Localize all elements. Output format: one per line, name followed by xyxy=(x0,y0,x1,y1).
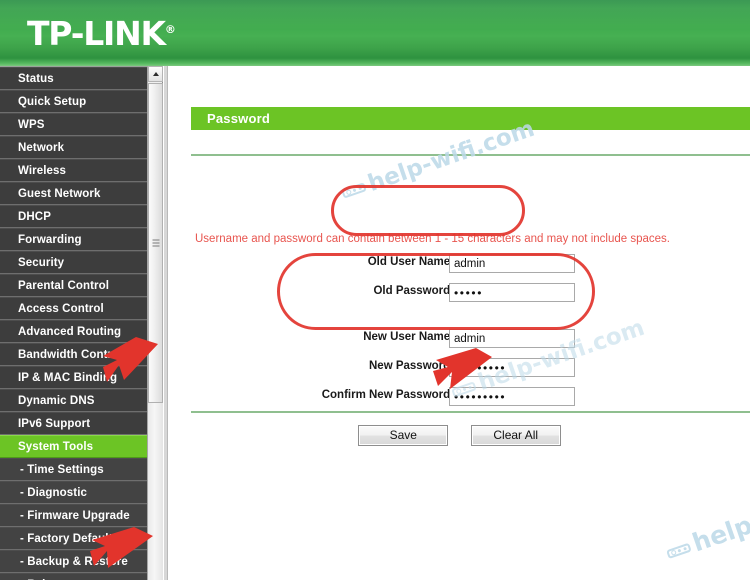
sidebar-item-factory-defaults[interactable]: - Factory Defaults xyxy=(0,527,147,550)
form-section-gap xyxy=(169,312,750,329)
tplink-logo-text: TP-LINK xyxy=(27,14,166,53)
sidebar-item-diagnostic[interactable]: - Diagnostic xyxy=(0,481,147,504)
sidebar-item-quick-setup[interactable]: Quick Setup xyxy=(0,90,147,113)
sidebar-item-bandwidth-control[interactable]: Bandwidth Control xyxy=(0,343,147,366)
form-actions: Save Clear All xyxy=(169,425,750,446)
main-content: Password Username and password can conta… xyxy=(169,66,750,580)
save-button[interactable]: Save xyxy=(358,425,449,446)
label-new-password: New Password: xyxy=(369,360,454,372)
sidebar-item-security[interactable]: Security xyxy=(0,251,147,274)
watermark-main: help-wifi.com xyxy=(662,468,750,566)
sidebar-item-advanced-routing[interactable]: Advanced Routing xyxy=(0,320,147,343)
label-confirm-new-password: Confirm New Password: xyxy=(321,389,454,401)
scrollbar-grip-icon xyxy=(152,239,159,247)
input-confirm-new-password[interactable] xyxy=(449,387,575,406)
sidebar-item-reboot[interactable]: - Reboot xyxy=(0,573,147,580)
sidebar-item-dynamic-dns[interactable]: Dynamic DNS xyxy=(0,389,147,412)
divider-bottom xyxy=(191,411,750,413)
form-row: New User Name: xyxy=(169,329,750,352)
sidebar-item-guest-network[interactable]: Guest Network xyxy=(0,182,147,205)
form-row: Confirm New Password: xyxy=(169,387,750,410)
label-old-user-name: Old User Name: xyxy=(367,256,454,268)
password-hint-text: Username and password can contain betwee… xyxy=(195,233,670,245)
sidebar-item-backup-restore[interactable]: - Backup & Restore xyxy=(0,550,147,573)
registered-mark-icon: ® xyxy=(164,23,176,36)
body-wrapper: Status Quick Setup WPS Network Wireless Guest… xyxy=(0,66,750,580)
page-header: TP-LINK® xyxy=(0,0,750,66)
form-row: Old User Name: xyxy=(169,254,750,277)
router-icon xyxy=(341,182,367,199)
label-old-password: Old Password: xyxy=(373,285,454,297)
sidebar-item-parental-control[interactable]: Parental Control xyxy=(0,274,147,297)
scrollbar-thumb[interactable] xyxy=(148,83,163,403)
input-old-user-name[interactable] xyxy=(449,254,575,273)
label-new-user-name: New User Name: xyxy=(363,331,454,343)
input-new-password[interactable] xyxy=(449,358,575,377)
form-row: New Password: xyxy=(169,358,750,381)
router-admin-page: TP-LINK® Status Quick Setup WPS Network Wire… xyxy=(0,0,750,580)
watermark-main-text: help-wifi.com xyxy=(688,468,750,558)
chevron-up-icon xyxy=(152,72,159,76)
password-form: Old User Name: Old Password: New User Name… xyxy=(169,254,750,416)
sidebar-item-firmware-upgrade[interactable]: - Firmware Upgrade xyxy=(0,504,147,527)
sidebar-item-ipv6-support[interactable]: IPv6 Support xyxy=(0,412,147,435)
input-old-password[interactable] xyxy=(449,283,575,302)
clear-all-button[interactable]: Clear All xyxy=(470,425,561,446)
tplink-logo: TP-LINK® xyxy=(27,14,176,53)
sidebar-item-dhcp[interactable]: DHCP xyxy=(0,205,147,228)
divider-top xyxy=(191,154,750,156)
sidebar-menu[interactable]: Status Quick Setup WPS Network Wireless Guest… xyxy=(0,66,147,580)
sidebar-edge-divider xyxy=(164,66,168,580)
sidebar-item-wireless[interactable]: Wireless xyxy=(0,159,147,182)
sidebar-scrollbar[interactable] xyxy=(147,66,163,580)
input-new-user-name[interactable] xyxy=(449,329,575,348)
form-row: Old Password: xyxy=(169,283,750,306)
router-icon xyxy=(666,542,692,560)
sidebar-item-system-tools[interactable]: System Tools xyxy=(0,435,147,458)
sidebar-item-forwarding[interactable]: Forwarding xyxy=(0,228,147,251)
sidebar-item-status[interactable]: Status xyxy=(0,67,147,90)
sidebar-item-access-control[interactable]: Access Control xyxy=(0,297,147,320)
sidebar-item-wps[interactable]: WPS xyxy=(0,113,147,136)
sidebar-item-ip-mac-binding[interactable]: IP & MAC Binding xyxy=(0,366,147,389)
sidebar-item-network[interactable]: Network xyxy=(0,136,147,159)
sidebar-item-time-settings[interactable]: - Time Settings xyxy=(0,458,147,481)
page-title: Password xyxy=(191,107,750,130)
scroll-up-button[interactable] xyxy=(148,66,163,82)
